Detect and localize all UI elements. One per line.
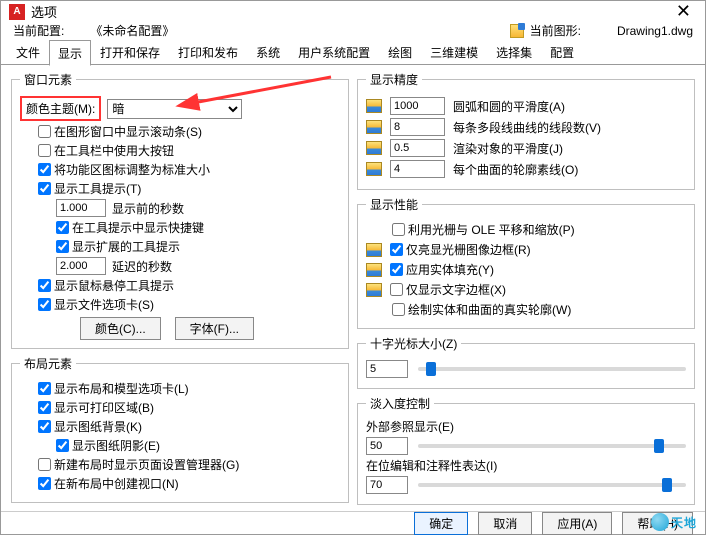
polyline-segs-input[interactable] xyxy=(390,118,445,136)
layout-elements-legend: 布局元素 xyxy=(20,355,76,372)
group-fade-control: 淡入度控制 外部参照显示(E) 在位编辑和注释性表达(I) xyxy=(357,395,695,505)
chk-layout-tabs[interactable]: 显示布局和模型选项卡(L) xyxy=(38,380,189,397)
drawing-file-icon xyxy=(510,24,524,38)
ok-button[interactable]: 确定 xyxy=(414,512,468,535)
contour-lines-input[interactable] xyxy=(390,160,445,178)
chk-highlight-raster[interactable]: 仅亮显光栅图像边框(R) xyxy=(390,241,531,258)
chk-scrollbars[interactable]: 在图形窗口中显示滚动条(S) xyxy=(38,123,202,140)
display-precision-legend: 显示精度 xyxy=(366,71,422,88)
fade-legend: 淡入度控制 xyxy=(366,395,434,412)
precision-icon xyxy=(366,162,382,176)
help-button[interactable]: 帮助(H) xyxy=(622,512,693,535)
tab-file[interactable]: 文件 xyxy=(7,39,49,65)
cancel-button[interactable]: 取消 xyxy=(478,512,532,535)
title-bar: A 选项 ✕ xyxy=(1,1,705,22)
current-drawing-label: 当前图形: xyxy=(530,22,581,39)
chk-create-viewport[interactable]: 在新布局中创建视口(N) xyxy=(38,475,179,492)
tooltip-seconds-label: 显示前的秒数 xyxy=(112,200,184,217)
color-theme-highlight: 颜色主题(M): xyxy=(20,96,101,121)
delay-seconds-input[interactable] xyxy=(56,257,106,275)
chk-true-silh[interactable]: 绘制实体和曲面的真实轮廓(W) xyxy=(392,301,571,318)
polyline-segs-label: 每条多段线曲线的线段数(V) xyxy=(453,119,601,136)
precision-icon xyxy=(366,120,382,134)
colors-button[interactable]: 颜色(C)... xyxy=(80,317,161,340)
crosshair-size-input[interactable] xyxy=(366,360,408,378)
chk-page-setup-mgr[interactable]: 新建布局时显示页面设置管理器(G) xyxy=(38,456,239,473)
contour-lines-label: 每个曲面的轮廓素线(O) xyxy=(453,161,578,178)
tab-display[interactable]: 显示 xyxy=(49,40,91,66)
chk-paper-bg[interactable]: 显示图纸背景(K) xyxy=(38,418,142,435)
chk-show-file-tab[interactable]: 显示文件选项卡(S) xyxy=(38,296,154,313)
current-drawing-value: Drawing1.dwg xyxy=(617,24,693,38)
tab-selection[interactable]: 选择集 xyxy=(487,39,541,65)
arc-smoothness-label: 圆弧和圆的平滑度(A) xyxy=(453,98,565,115)
app-icon: A xyxy=(9,4,25,20)
chk-big-buttons[interactable]: 在工具栏中使用大按钮 xyxy=(38,142,174,159)
close-icon[interactable]: ✕ xyxy=(670,1,697,22)
precision-icon xyxy=(366,141,382,155)
arc-smoothness-input[interactable] xyxy=(390,97,445,115)
window-elements-legend: 窗口元素 xyxy=(20,71,76,88)
display-perf-legend: 显示性能 xyxy=(366,196,422,213)
color-theme-select[interactable]: 暗 xyxy=(107,99,242,119)
current-profile-value: 《未命名配置》 xyxy=(90,22,174,39)
group-crosshair-size: 十字光标大小(Z) xyxy=(357,335,695,389)
chk-printable-area[interactable]: 显示可打印区域(B) xyxy=(38,399,154,416)
tab-strip: 文件 显示 打开和保存 打印和发布 系统 用户系统配置 绘图 三维建模 选择集 … xyxy=(1,39,705,65)
precision-icon xyxy=(366,263,382,277)
color-theme-label: 颜色主题(M): xyxy=(26,100,95,117)
chk-extended-tooltip[interactable]: 显示扩展的工具提示 xyxy=(56,238,180,255)
chk-shortcut-in-tooltip[interactable]: 在工具提示中显示快捷键 xyxy=(56,219,204,236)
render-smoothness-label: 渲染对象的平滑度(J) xyxy=(453,140,563,157)
inplace-fade-label: 在位编辑和注释性表达(I) xyxy=(366,457,686,474)
delay-seconds-label: 延迟的秒数 xyxy=(112,258,172,275)
current-profile-label: 当前配置: xyxy=(13,22,64,39)
inplace-fade-slider[interactable] xyxy=(418,483,686,487)
tab-system[interactable]: 系统 xyxy=(247,39,289,65)
group-window-elements: 窗口元素 颜色主题(M): 暗 在图形窗口中显示滚动条(S) 在工具栏中使用大按… xyxy=(11,71,349,349)
crosshair-legend: 十字光标大小(Z) xyxy=(366,335,461,352)
tab-open-save[interactable]: 打开和保存 xyxy=(91,39,169,65)
group-display-precision: 显示精度 圆弧和圆的平滑度(A) 每条多段线曲线的线段数(V) 渲染对象的平滑度… xyxy=(357,71,695,190)
chk-solid-fill[interactable]: 应用实体填充(Y) xyxy=(390,261,494,278)
inplace-fade-input[interactable] xyxy=(366,476,408,494)
apply-button[interactable]: 应用(A) xyxy=(542,512,612,535)
xref-fade-label: 外部参照显示(E) xyxy=(366,418,686,435)
window-title: 选项 xyxy=(31,2,57,21)
chk-hover-tooltip[interactable]: 显示鼠标悬停工具提示 xyxy=(38,277,174,294)
precision-icon xyxy=(366,283,382,297)
chk-resize-ribbon[interactable]: 将功能区图标调整为标准大小 xyxy=(38,161,210,178)
crosshair-size-slider[interactable] xyxy=(418,367,686,371)
tab-drafting[interactable]: 绘图 xyxy=(379,39,421,65)
chk-raster-ole[interactable]: 利用光栅与 OLE 平移和缩放(P) xyxy=(392,221,575,238)
tooltip-seconds-input[interactable] xyxy=(56,199,106,217)
precision-icon xyxy=(366,99,382,113)
tab-profiles[interactable]: 配置 xyxy=(541,39,583,65)
tab-user-pref[interactable]: 用户系统配置 xyxy=(289,39,379,65)
group-layout-elements: 布局元素 显示布局和模型选项卡(L) 显示可打印区域(B) 显示图纸背景(K) … xyxy=(11,355,349,503)
group-display-performance: 显示性能 利用光栅与 OLE 平移和缩放(P) 仅亮显光栅图像边框(R) 应用实… xyxy=(357,196,695,329)
tab-print-publish[interactable]: 打印和发布 xyxy=(169,39,247,65)
tab-3d-model[interactable]: 三维建模 xyxy=(421,39,487,65)
fonts-button[interactable]: 字体(F)... xyxy=(175,317,254,340)
precision-icon xyxy=(366,243,382,257)
render-smoothness-input[interactable] xyxy=(390,139,445,157)
xref-fade-slider[interactable] xyxy=(418,444,686,448)
xref-fade-input[interactable] xyxy=(366,437,408,455)
chk-show-tooltip[interactable]: 显示工具提示(T) xyxy=(38,180,141,197)
chk-paper-shadow[interactable]: 显示图纸阴影(E) xyxy=(56,437,160,454)
chk-text-frame[interactable]: 仅显示文字边框(X) xyxy=(390,281,506,298)
